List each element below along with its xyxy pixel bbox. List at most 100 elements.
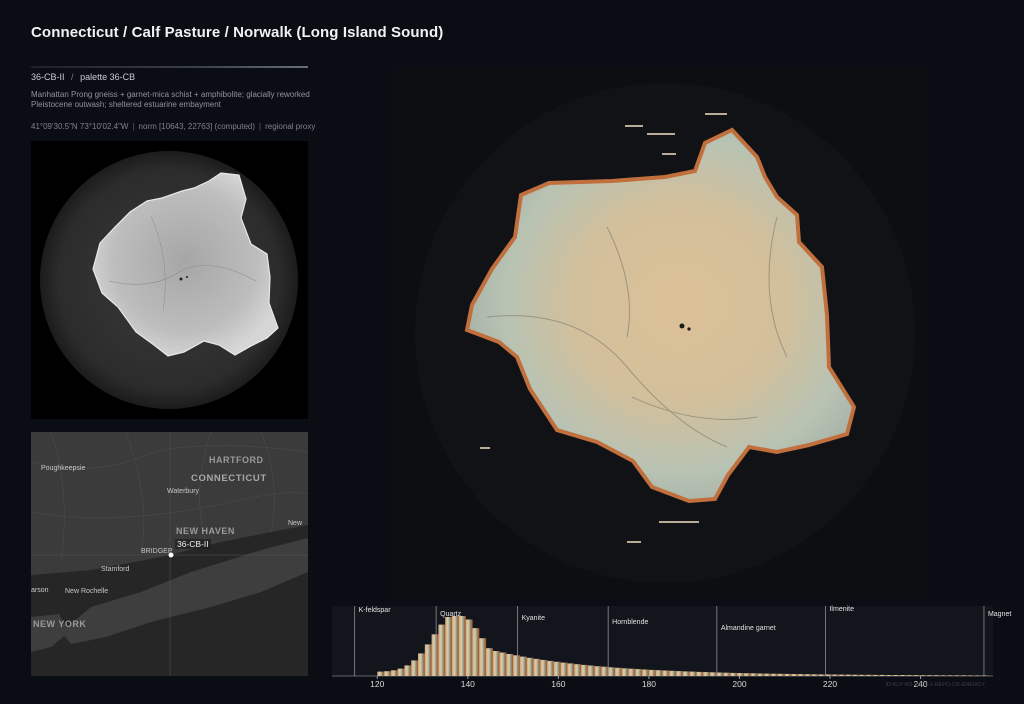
axis-tick-label: 180 [641,679,656,689]
histogram-bar [526,657,534,676]
sample-coordinates: 41°09'30.5"N 73°10'02.4"W [31,122,129,131]
histogram-bar [540,659,548,676]
histogram-bar [913,675,921,676]
map-label-waterbury: Waterbury [167,488,200,495]
histogram-bar [886,675,894,676]
histogram-bar [757,673,765,676]
histogram-bar [873,674,880,676]
histogram-bar [628,668,636,676]
histogram-bar [438,624,446,676]
histogram-bar [676,671,684,676]
histogram-bar [424,644,432,676]
sample-header: 36-CB-II / palette 36-CB [31,72,135,82]
map-label-poughkeepsie: Poughkeepsie [41,465,86,472]
histogram-bar [458,616,466,676]
ct-slice-grayscale[interactable] [31,141,308,419]
histogram-bar [615,667,622,676]
histogram-bar [940,675,948,676]
mineral-histogram[interactable]: K-feldspar Quartz Kyanite Hornblende Almandi… [332,606,1011,698]
histogram-bar [574,664,582,676]
histogram-bar [431,634,439,676]
mineral-label: K-feldspar [358,607,391,614]
axis-tick-label: 140 [460,679,475,689]
histogram-bar [411,660,419,676]
histogram-bar [465,619,473,676]
histogram-bar [492,651,500,676]
histogram-bar [879,674,887,676]
histogram-bar [696,671,704,676]
histogram-bar [581,664,588,676]
histogram-bar [974,675,982,676]
histogram-bar [377,671,385,676]
histogram-bar [560,662,568,676]
ct-color-image [415,83,915,583]
histogram-bar [682,671,690,676]
histogram-bar [852,674,860,676]
histogram-bar [710,672,717,676]
histogram-bar [798,674,806,676]
histogram-bar [961,675,969,676]
histogram-bar [655,670,663,676]
histogram-bar [839,674,847,676]
map-label-stamford: Stamford [101,566,130,573]
map-label-hartford: HARTFORD [209,455,264,465]
histogram-bar [472,628,480,676]
histogram-bar [390,670,398,676]
histogram-bar [907,675,914,676]
histogram-bar [771,673,779,676]
map-label-new-rochelle: New Rochelle [65,588,109,595]
histogram-bar [900,675,908,676]
histogram-bar [452,616,459,676]
page-title: Connecticut / Calf Pasture / Norwalk (Lo… [31,24,444,41]
histogram-bar [689,671,697,676]
mineral-label: Magnet [987,611,1012,618]
histogram-bar [485,648,493,676]
histogram-bar [791,674,799,676]
histogram-bar [968,675,976,676]
histogram-bar [723,672,731,676]
mineral-label: Almandine garnet [720,625,776,632]
histogram-bar [737,673,745,676]
histogram-bar [825,674,833,676]
histogram-bar [547,660,555,676]
histogram-bar [811,674,819,676]
histogram-bar [587,665,595,676]
location-map[interactable]: Poughkeepsie HARTFORD CONNECTICUT Waterb… [31,432,308,676]
histogram-bar [730,672,738,676]
axis-tick-label: 120 [370,679,385,689]
histogram-bar [716,672,724,676]
histogram-bar [533,658,541,676]
histogram-footnote: ID-KLP-RS-WGN-1-REPO-CR-ENERGY [885,682,985,688]
sample-proxy: regional proxy [265,122,316,131]
histogram-bar [553,661,561,676]
histogram-bar [805,674,813,676]
histogram-bar [567,663,575,676]
histogram-bar [601,666,609,676]
header-divider [31,66,308,68]
histogram-bar [384,671,392,676]
map-label-connecticut: CONNECTICUT [191,473,267,484]
histogram-bar [418,653,425,676]
histogram-bar [859,674,867,676]
axis-tick-label: 220 [822,679,838,689]
histogram-bar [866,674,874,676]
histogram-bar [750,673,758,676]
histogram-bar [920,675,928,676]
histogram-bar [648,669,656,676]
sample-meta: 41°09'30.5"N 73°10'02.4"W | norm [10643, 2… [31,122,316,131]
axis-tick-label: 160 [551,679,566,689]
ct-slice-color[interactable] [397,67,928,598]
histogram-bar [519,656,527,676]
histogram-bar [744,673,751,676]
mineral-label: Kyanite [521,615,545,622]
ct-grayscale-image [40,151,298,409]
map-label-new-york: NEW YORK [33,619,87,629]
histogram-bar [845,674,853,676]
histogram-bar [934,675,942,676]
histogram-bar [954,675,962,676]
sample-norm: norm [10643, 22763] (computed) [138,122,256,131]
palette-label: palette 36-CB [80,72,136,82]
histogram-bar [635,669,643,676]
histogram-bar [506,654,514,676]
map-label-larson: arson [31,587,49,594]
